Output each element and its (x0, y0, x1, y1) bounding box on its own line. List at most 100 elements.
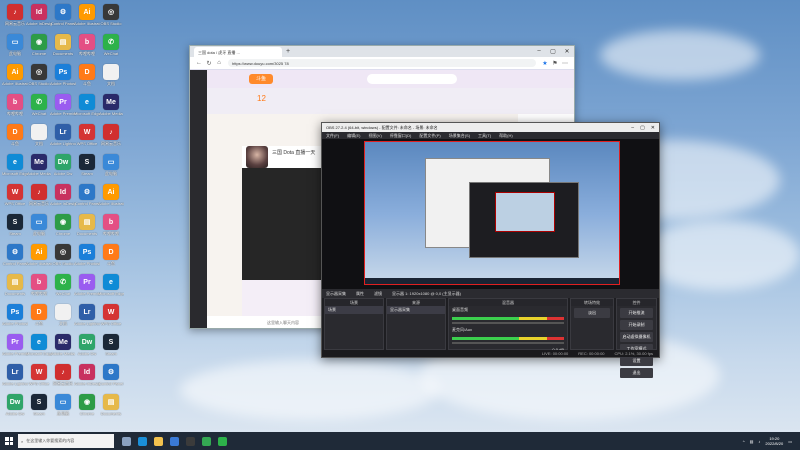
desktop-icon[interactable]: e Microsoft Edge (26, 334, 52, 356)
desktop-icon[interactable]: ◎ OBS Studio (98, 4, 124, 26)
home-icon[interactable]: ⌂ (214, 60, 224, 66)
menu-icon[interactable]: ⋯ (560, 60, 570, 67)
desktop-icon[interactable]: D 斗鱼 (98, 244, 124, 266)
extension-icon[interactable]: ⚑ (550, 60, 560, 67)
new-tab-icon[interactable]: + (286, 48, 290, 55)
desktop-icon[interactable]: LrAdobe Lightroom (2, 364, 28, 386)
desktop-icon[interactable]: ✆ WeChat (26, 94, 52, 116)
desktop-icon[interactable]: ▭ 此电脑 (98, 154, 124, 176)
taskbar-app-task-view[interactable] (118, 432, 134, 450)
desktop-icon[interactable]: Dw Adobe Dw (74, 334, 100, 356)
desktop-icon[interactable]: b 哔哩哔哩 (2, 94, 28, 116)
source-toolbar-item[interactable]: 滤镜 (374, 291, 382, 296)
start-streaming-button[interactable]: 开始推流 (620, 308, 653, 318)
desktop-icon[interactable]: S Steam (2, 214, 28, 236)
desktop-icon[interactable]: ▤ Documents (74, 214, 100, 236)
desktop-icon[interactable]: ◎ OBS Studio (50, 244, 76, 266)
obs-menu-item[interactable]: 编辑(E) (347, 133, 360, 138)
obs-menu-item[interactable]: 场景集合(S) (449, 133, 470, 138)
desktop-icon[interactable]: AiAdobe Illustrator (26, 244, 52, 266)
obs-menu-item[interactable]: 配置文件(P) (419, 133, 440, 138)
transition-select[interactable]: 淡出 (574, 308, 610, 318)
minimize-icon[interactable]: – (631, 125, 634, 131)
close-icon[interactable]: ✕ (560, 48, 574, 55)
desktop-icon[interactable]: AiAdobe Illustrator (74, 4, 100, 26)
site-search-input[interactable] (367, 74, 457, 84)
desktop-icon[interactable]: ✆ WeChat (98, 34, 124, 56)
desktop-icon[interactable]: ⚙ Control Panel (74, 184, 100, 206)
desktop-icon[interactable]: PsAdobe Photoshop (2, 304, 28, 326)
desktop-icon[interactable]: Id Adobe InDesign (50, 184, 76, 206)
network-icon[interactable]: ▤ (750, 439, 754, 444)
desktop-icon[interactable]: PrAdobe Premiere (2, 334, 28, 356)
desktop-icon[interactable]: ✆ WeChat (50, 274, 76, 296)
obs-menu-item[interactable]: 视图(V) (368, 133, 381, 138)
desktop-icon[interactable]: ▤ Documents (98, 394, 124, 416)
browser-tab[interactable]: 三国 dota / 虎牙 直播 ... (194, 46, 282, 57)
desktop-icon[interactable]: ⚙ Control Panel (98, 364, 124, 386)
desktop-icon[interactable]: ▤ Documents (2, 274, 28, 296)
volume-icon[interactable]: ♪ (758, 439, 760, 444)
taskbar-app-edge[interactable] (134, 432, 150, 450)
desktop-icon[interactable]: e Microsoft Edge (98, 274, 124, 296)
back-icon[interactable]: ← (194, 60, 204, 66)
desktop-icon[interactable]: ◎ OBS Studio (26, 64, 52, 86)
desktop-icon[interactable]: ♪ 网易云音乐 (26, 184, 52, 206)
source-item[interactable]: 显示器采集 (387, 306, 445, 314)
volume-slider[interactable] (452, 342, 564, 344)
desktop-icon[interactable]: Dw Adobe Dw (50, 154, 76, 176)
maximize-icon[interactable]: ▢ (640, 125, 645, 131)
desktop-icon[interactable]: LrAdobe Lightroom (50, 124, 76, 146)
desktop-icon[interactable]: S Steam (98, 334, 124, 356)
desktop-icon[interactable]: Id Adobe InDesign (74, 364, 100, 386)
desktop-icon[interactable]: S Steam (26, 394, 52, 416)
desktop-icon[interactable]: S Steam (74, 154, 100, 176)
desktop-icon[interactable]: b 哔哩哔哩 (74, 34, 100, 56)
obs-menu-item[interactable]: 工具(T) (478, 133, 491, 138)
desktop-icon[interactable]: PsAdobe Photoshop (74, 244, 100, 266)
desktop-icon[interactable]: Me Adobe Media (98, 94, 124, 116)
star-icon[interactable]: ★ (540, 60, 550, 67)
desktop-icon[interactable]: ▭ 此电脑 (2, 34, 28, 56)
streamer-avatar[interactable] (246, 146, 268, 168)
desktop-icon[interactable]: AiAdobe Illustrator (2, 64, 28, 86)
desktop-icon[interactable]: Dw Adobe Dw (2, 394, 28, 416)
volume-slider[interactable] (452, 322, 564, 324)
start-recording-button[interactable]: 开始录制 (620, 320, 653, 330)
desktop-icon[interactable]: PrAdobe Premiere (50, 94, 76, 116)
settings-button[interactable]: 设置 (620, 356, 653, 366)
desktop-icon[interactable]: ▭ 此电脑 (50, 394, 76, 416)
desktop-icon[interactable]: ♪ 网易云音乐 (98, 124, 124, 146)
virtual-camera-button[interactable]: 启动虚拟摄像机 (620, 332, 653, 342)
desktop-icon[interactable]: PsAdobe Photoshop (50, 64, 76, 86)
taskbar-app-obs[interactable] (182, 432, 198, 450)
obs-menu-item[interactable]: 帮助(H) (499, 133, 513, 138)
desktop-icon[interactable]: Id Adobe InDesign (26, 4, 52, 26)
desktop-icon[interactable]: e Microsoft Edge (74, 94, 100, 116)
desktop-icon[interactable]: ♪ 网易云音乐 (50, 364, 76, 386)
maximize-icon[interactable]: ▢ (546, 48, 560, 55)
desktop-icon[interactable]: PrAdobe Premiere (74, 274, 100, 296)
desktop-icon[interactable]: W WPS Office (98, 304, 124, 326)
desktop-icon[interactable]: 文档 (98, 64, 124, 86)
scene-item[interactable]: 场景 (325, 306, 383, 314)
taskbar-app-file-explorer[interactable] (150, 432, 166, 450)
taskbar-app-store[interactable] (166, 432, 182, 450)
source-toolbar-item[interactable]: 显示器采集 (326, 291, 346, 296)
chevron-up-icon[interactable]: ^ (743, 439, 745, 444)
desktop-icon[interactable]: ◉ Chrome (26, 34, 52, 56)
desktop-icon[interactable]: D 斗鱼 (74, 64, 100, 86)
desktop-icon[interactable]: ⚙ Control Panel (2, 244, 28, 266)
desktop-icon[interactable]: W WPS Office (2, 184, 28, 206)
desktop-icon[interactable]: 文档 (26, 124, 52, 146)
taskbar-app-wechat[interactable] (214, 432, 230, 450)
desktop-icon[interactable]: Me Adobe Media (26, 154, 52, 176)
minimize-icon[interactable]: – (532, 48, 546, 55)
exit-button[interactable]: 退出 (620, 368, 653, 378)
site-logo[interactable]: 斗鱼 (249, 74, 273, 84)
taskbar-search[interactable]: ⌕ 在这里输入你要搜索的内容 (18, 434, 114, 448)
desktop-icon[interactable]: ▭ 此电脑 (26, 214, 52, 236)
obs-menu-item[interactable]: 文件(F) (326, 133, 339, 138)
desktop-icon[interactable]: W WPS Office (74, 124, 100, 146)
desktop-icon[interactable]: 文档 (50, 304, 76, 326)
